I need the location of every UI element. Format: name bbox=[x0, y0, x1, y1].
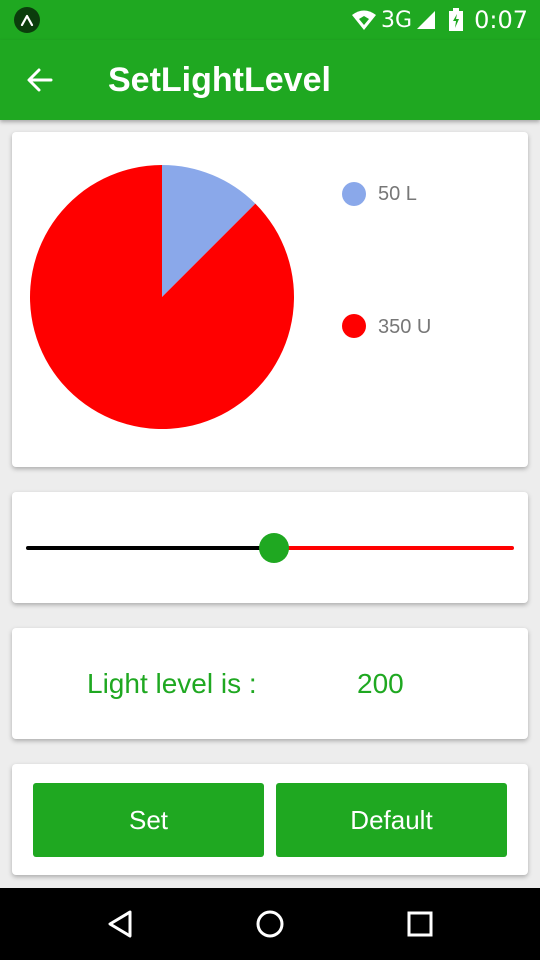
status-left bbox=[14, 7, 40, 33]
pie-chart: 50 L 350 U bbox=[29, 165, 431, 429]
app-bar: SetLightLevel bbox=[0, 40, 540, 120]
slider-thumb[interactable] bbox=[259, 533, 289, 563]
page-title: SetLightLevel bbox=[108, 60, 331, 99]
legend-label-1: 50 L bbox=[378, 183, 417, 205]
back-button[interactable] bbox=[12, 52, 68, 108]
recents-square-icon[interactable] bbox=[396, 900, 444, 948]
legend-marker-1 bbox=[342, 182, 366, 206]
legend-label-2: 350 U bbox=[378, 316, 431, 338]
set-button[interactable]: Set bbox=[33, 783, 264, 857]
network-type: 3G bbox=[381, 7, 413, 33]
clock: 0:07 bbox=[474, 6, 528, 34]
pie-slice-2 bbox=[29, 165, 294, 429]
light-level-value: 200 bbox=[357, 668, 404, 699]
arrow-back-icon bbox=[27, 68, 53, 92]
home-circle-icon[interactable] bbox=[246, 900, 294, 948]
wifi-icon bbox=[352, 10, 377, 30]
buttons-card: Set Default bbox=[12, 764, 528, 875]
back-triangle-icon[interactable] bbox=[96, 900, 144, 948]
cell-signal-icon bbox=[417, 11, 436, 29]
level-card: Light level is : 200 bbox=[12, 628, 528, 739]
default-button[interactable]: Default bbox=[276, 783, 507, 857]
app-notification-icon bbox=[14, 7, 40, 33]
level-row: Light level is : 200 bbox=[12, 628, 528, 739]
light-level-label: Light level is : bbox=[87, 668, 257, 699]
status-bar: 3G 0:07 bbox=[0, 0, 540, 40]
chart-card: 50 L 350 U bbox=[12, 132, 528, 467]
legend-marker-2 bbox=[342, 314, 366, 338]
battery-icon bbox=[449, 8, 464, 31]
status-right: 3G 0:07 bbox=[351, 6, 528, 34]
slider-card bbox=[12, 492, 528, 603]
navigation-bar bbox=[0, 888, 540, 960]
light-level-slider[interactable] bbox=[12, 492, 528, 603]
